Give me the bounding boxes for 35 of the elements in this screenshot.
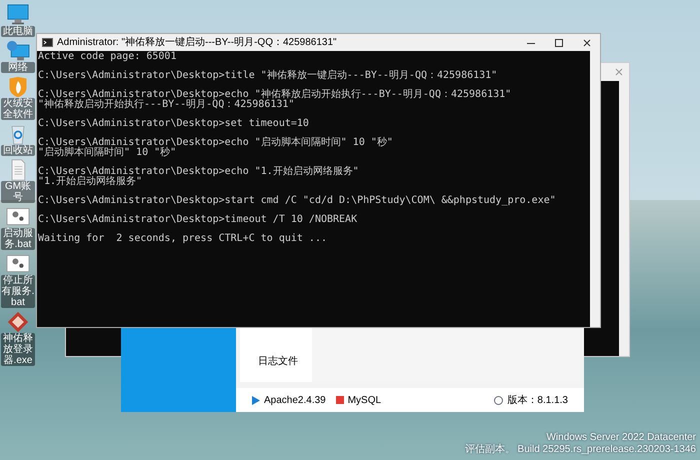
version-label: 版本：8.1.1.3 (507, 394, 568, 408)
desktop-icon-label[interactable]: 神佑释放登录器.exe (1, 333, 35, 366)
console-line: "1.开始启动网络服务" (38, 177, 142, 187)
console-line: C:\Users\Administrator\Desktop>start cmd /C "cd/d D:\PhPStudy\COM\ &&phpstudy_pro.exe" (38, 196, 557, 206)
console-line: "启动脚本间隔时间" 10 "秒" (38, 148, 176, 158)
close-icon[interactable] (583, 38, 591, 46)
desktop-icon-label[interactable]: 火绒安全软件 (1, 98, 35, 120)
desktop-icon-label[interactable]: GM账号 (1, 181, 35, 203)
service-label: MySQL (348, 394, 382, 408)
desktop-icon-label[interactable]: 回收站 (1, 145, 35, 156)
diamond-logo-icon[interactable] (6, 311, 30, 333)
menu-item[interactable]: 日志文件 (258, 356, 298, 367)
console-line: Active code page: 65001 (38, 52, 178, 62)
terminal-icon (42, 38, 53, 47)
console-line: C:\Users\Administrator\Desktop>echo "神佑释放启动开始执行---BY--明月-QQ：425986131" (38, 90, 512, 100)
desktop-icon-label[interactable]: 启动服务.bat (1, 228, 35, 250)
console-line: C:\Users\Administrator\Desktop>title "神佑释放一键启动---BY--明月-QQ：425986131" (38, 71, 498, 81)
monitor-icon[interactable] (6, 4, 30, 26)
service-label: Apache2.4.39 (264, 394, 326, 408)
desktop-icon-label[interactable]: 网络 (1, 62, 35, 73)
desktop-icon-label[interactable]: 此电脑 (1, 26, 35, 37)
stop-icon[interactable] (336, 396, 344, 404)
maximize-icon[interactable] (555, 38, 563, 46)
console-line: C:\Users\Administrator\Desktop>echo "启动脚本间隔时间" 10 "秒" (38, 138, 394, 148)
console-line: "神佑释放启动开始执行---BY--明月-QQ：425986131" (38, 100, 296, 110)
console-line: Waiting for 2 seconds, press CTRL+C to quit ... (38, 234, 328, 244)
desktop-icon-label[interactable]: 停止所有服务.bat (1, 275, 35, 308)
console-line: C:\Users\Administrator\Desktop>set timeout=10 (38, 119, 310, 129)
window-title: Administrator: "神佑释放一键启动---BY--明月-QQ：425986131" (57, 36, 337, 50)
play-icon[interactable] (252, 396, 260, 404)
console-line: C:\Users\Administrator\Desktop>timeout /T 10 /NOBREAK (38, 215, 358, 225)
os-build-text: Windows Server 2022 Datacenter (546, 432, 696, 444)
console-line: C:\Users\Administrator\Desktop>echo "1.开始启动网络服务" (38, 167, 360, 177)
os-build-text: 评估副本。 Build 25295.rs_prerelease.230203-1346 (464, 444, 696, 456)
network-icon[interactable] (6, 40, 30, 62)
